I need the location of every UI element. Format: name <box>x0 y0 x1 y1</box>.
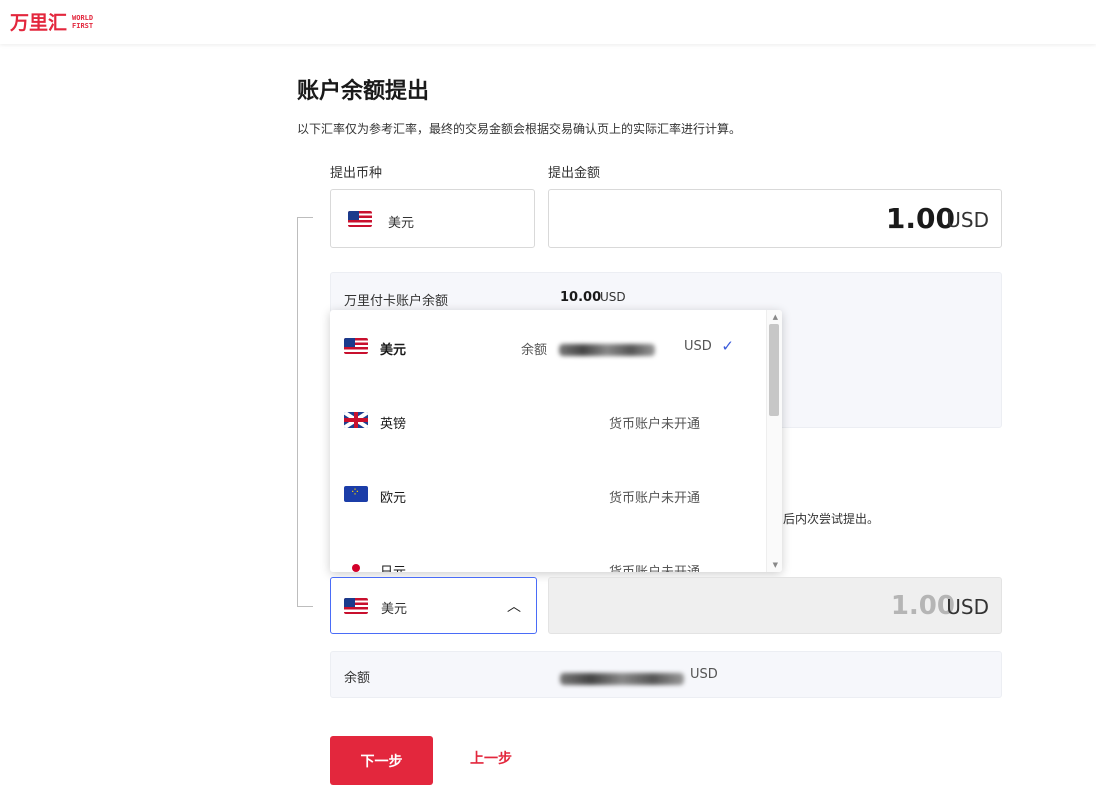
dropdown-option-jpy[interactable]: 日元 货币账户未开通 <box>330 532 766 572</box>
jp-flag-icon <box>344 560 368 572</box>
option-name: 欧元 <box>380 491 407 506</box>
logo-en-text: WORLD FIRST <box>72 14 93 30</box>
scroll-thumb[interactable] <box>769 324 779 416</box>
worldfirst-logo[interactable]: 万里汇 WORLD FIRST <box>10 8 93 35</box>
target-currency-select[interactable]: 美元 ︿ <box>330 577 537 634</box>
source-currency-select[interactable]: 美元 <box>330 189 535 248</box>
balance-label: 余额 <box>344 671 371 686</box>
account-balance-value: 10.00 <box>560 290 602 305</box>
account-balance-label: 万里付卡账户余额 <box>344 294 449 309</box>
option-status: 货币账户未开通 <box>609 561 700 572</box>
next-step-button[interactable]: 下一步 <box>330 736 433 785</box>
scroll-down-icon[interactable]: ▼ <box>773 561 778 569</box>
option-name: 美元 <box>380 343 407 358</box>
gb-flag-icon <box>344 412 368 428</box>
logo-cn-text: 万里汇 <box>10 12 68 34</box>
dropdown-option-usd[interactable]: 美元 余额 USD ✓ <box>330 310 766 384</box>
logo-en-top: WORLD <box>72 13 94 22</box>
page-description: 以下汇率仅为参考汇率，最终的交易金额会根据交易确认页上的实际汇率进行计算。 <box>297 122 742 136</box>
chevron-up-icon: ︿ <box>507 599 521 615</box>
balance-unit: USD <box>690 667 718 682</box>
partial-note: 后内次尝试提出。 <box>783 512 880 526</box>
dropdown-scrollbar[interactable]: ▲ ▼ <box>766 310 782 572</box>
option-status: 货币账户未开通 <box>608 417 700 432</box>
source-currency-label: 提出币种 <box>330 166 383 181</box>
previous-step-button[interactable]: 上一步 <box>470 748 512 768</box>
account-balance-unit: USD <box>600 290 626 304</box>
us-flag-icon <box>344 338 368 354</box>
option-balance-unit: USD <box>684 339 712 354</box>
target-currency-name: 美元 <box>381 602 408 617</box>
check-icon: ✓ <box>721 337 734 355</box>
us-flag-icon <box>348 211 372 227</box>
page-title: 账户余额提出 <box>297 79 430 104</box>
balance-value-redacted <box>560 668 684 687</box>
option-status: 货币账户未开通 <box>608 491 700 506</box>
option-balance-redacted <box>559 339 655 358</box>
source-amount-value: 1.00 <box>885 202 955 235</box>
balance-row: 余额 USD <box>330 651 1002 698</box>
dropdown-option-eur[interactable]: 欧元 货币账户未开通 <box>330 458 766 532</box>
eu-flag-icon <box>344 486 368 502</box>
option-name: 日元 <box>380 561 406 572</box>
option-name: 英镑 <box>380 417 407 432</box>
target-amount-input: 1.00 USD <box>548 577 1002 634</box>
source-amount-unit: USD <box>946 208 989 232</box>
scroll-up-icon[interactable]: ▲ <box>773 313 778 321</box>
dropdown-option-gbp[interactable]: 英镑 货币账户未开通 <box>330 384 766 458</box>
currency-dropdown-menu[interactable]: 美元 余额 USD ✓ 英镑 货币账户未开通 欧元 货币账户未开通 日元 货币账… <box>330 310 782 572</box>
top-bar: 万里汇 WORLD FIRST <box>0 0 1096 44</box>
exchange-bracket <box>297 217 313 607</box>
source-amount-label: 提出金额 <box>548 166 601 181</box>
source-amount-input[interactable]: 1.00 USD <box>548 189 1002 248</box>
target-amount-unit: USD <box>946 595 989 619</box>
option-balance-prefix: 余额 <box>521 343 548 358</box>
us-flag-icon <box>344 598 368 614</box>
source-currency-name: 美元 <box>388 216 415 231</box>
logo-en-bottom: FIRST <box>72 21 94 30</box>
